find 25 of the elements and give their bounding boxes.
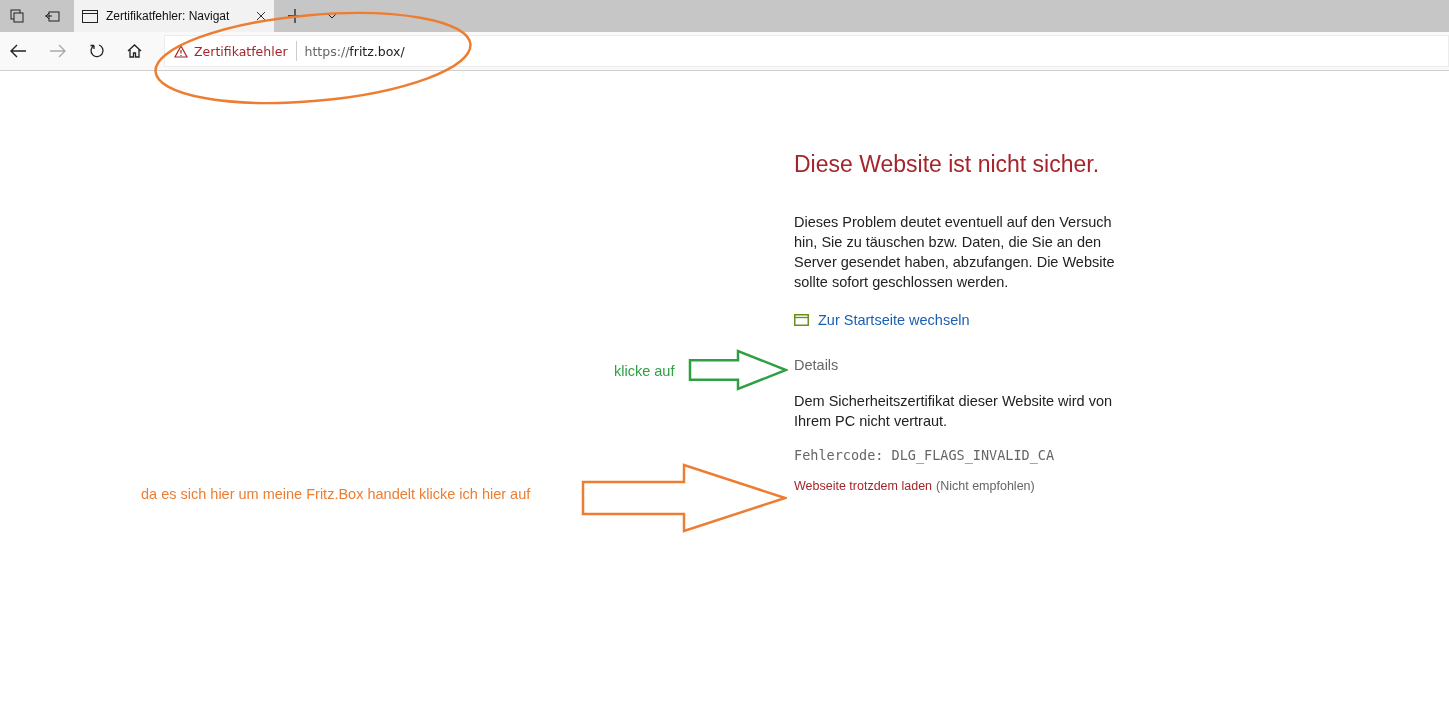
certificate-error-label: Zertifikatfehler xyxy=(194,43,288,59)
description-text: Dieses Problem deutet eventuell auf den Versuch hin, Sie zu täuschen bzw. Daten, die Sie an den Server gesendet haben, abzufangen. Die Website sollte sofort geschlossen werden. xyxy=(794,213,1116,292)
close-icon[interactable] xyxy=(256,11,266,21)
page-icon xyxy=(794,314,809,326)
not-recommended-note: (Nicht empfohlen) xyxy=(936,479,1035,493)
browser-tab[interactable]: Zertifikatfehler: Navigat xyxy=(74,0,274,32)
error-code: Fehlercode: DLG_FLAGS_INVALID_CA xyxy=(794,447,1056,463)
chevron-down-icon[interactable] xyxy=(326,12,338,20)
address-field[interactable]: Zertifikatfehler https://fritz.box/ xyxy=(164,35,1449,67)
home-page-link[interactable]: Zur Startseite wechseln xyxy=(818,312,970,328)
tab-preview-icon[interactable] xyxy=(44,9,60,23)
home-icon[interactable] xyxy=(127,44,142,58)
details-text: Dem Sicherheitszertifikat dieser Website wird von Ihrem PC nicht vertraut. xyxy=(794,392,1114,431)
page-icon xyxy=(82,9,98,23)
refresh-icon[interactable] xyxy=(89,43,105,59)
tabs-aside-icon[interactable] xyxy=(10,9,24,23)
tab-title: Zertifikatfehler: Navigat xyxy=(106,9,231,23)
url-text: https://fritz.box/ xyxy=(304,43,405,59)
back-icon[interactable] xyxy=(9,44,27,58)
annotation-label: da es sich hier um meine Fritz.Box handelt klicke ich hier auf xyxy=(141,486,531,502)
details-toggle[interactable]: Details xyxy=(794,357,839,373)
annotation-label: klicke auf xyxy=(614,363,675,379)
page-heading: Diese Website ist nicht sicher. xyxy=(794,151,1101,178)
warning-icon xyxy=(174,44,188,58)
proceed-link[interactable]: Webseite trotzdem laden xyxy=(794,479,933,493)
